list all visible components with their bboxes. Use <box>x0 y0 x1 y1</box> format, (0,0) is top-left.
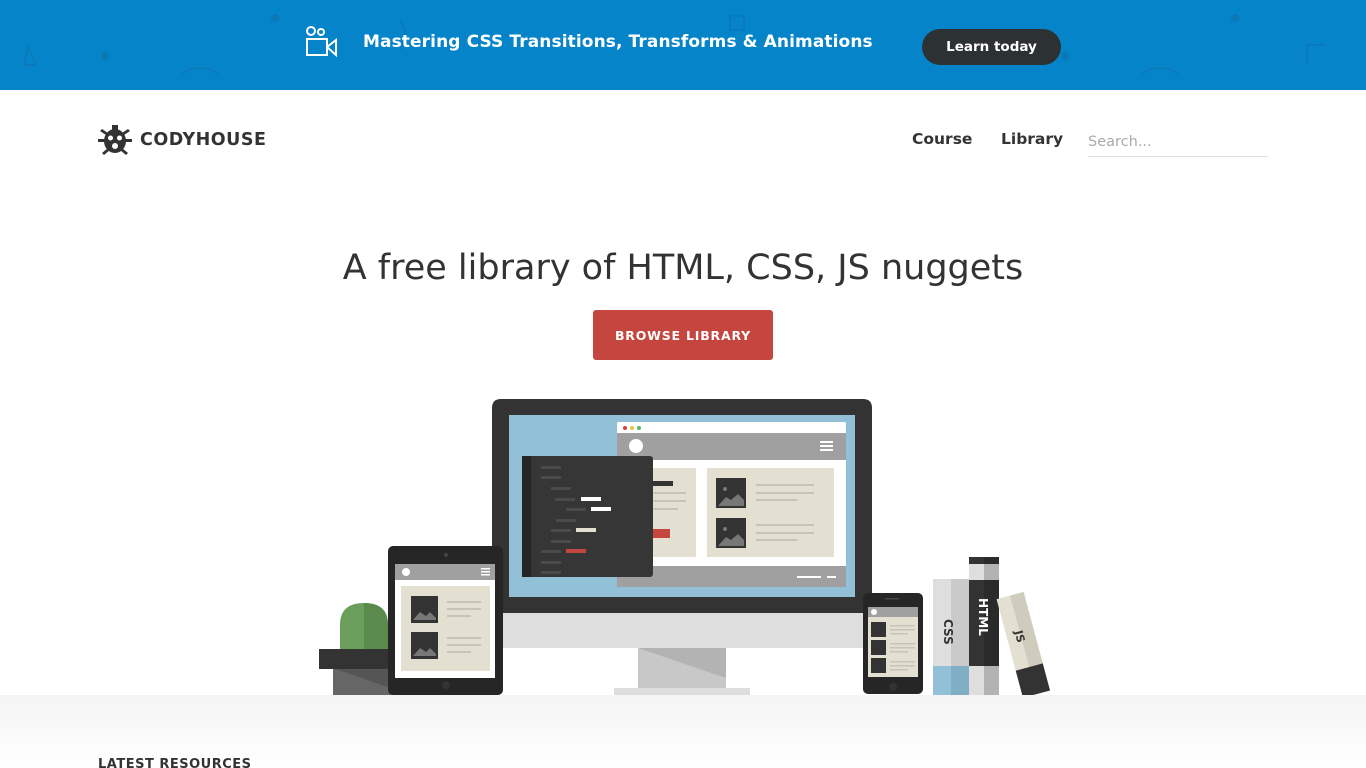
book-html-label: HTML <box>976 598 990 636</box>
phone-illustration <box>863 593 923 694</box>
latest-resources-heading: LATEST RESOURCES <box>98 757 252 768</box>
logo-text: CODYHOUSE <box>140 130 267 150</box>
bug-icon <box>98 125 132 155</box>
nav-course[interactable]: Course <box>912 130 972 148</box>
book-css-label: CSS <box>941 619 955 645</box>
nav-library[interactable]: Library <box>1001 130 1063 148</box>
logo[interactable]: CODYHOUSE <box>98 124 266 156</box>
browse-library-button[interactable]: BROWSE LIBRARY <box>593 310 773 360</box>
tablet-illustration <box>388 546 503 695</box>
promo-banner: Mastering CSS Transitions, Transforms & … <box>0 0 1366 90</box>
banner-text: Mastering CSS Transitions, Transforms & … <box>363 32 873 52</box>
search-input[interactable] <box>1088 128 1268 157</box>
devices-illustration: CSS HTML JS <box>319 399 1051 695</box>
video-camera-icon <box>306 26 337 58</box>
hero-title: A free library of HTML, CSS, JS nuggets <box>342 248 1024 288</box>
learn-today-button[interactable]: Learn today <box>922 29 1061 65</box>
books-illustration: CSS HTML JS <box>933 557 1051 695</box>
monitor-illustration <box>492 399 872 695</box>
